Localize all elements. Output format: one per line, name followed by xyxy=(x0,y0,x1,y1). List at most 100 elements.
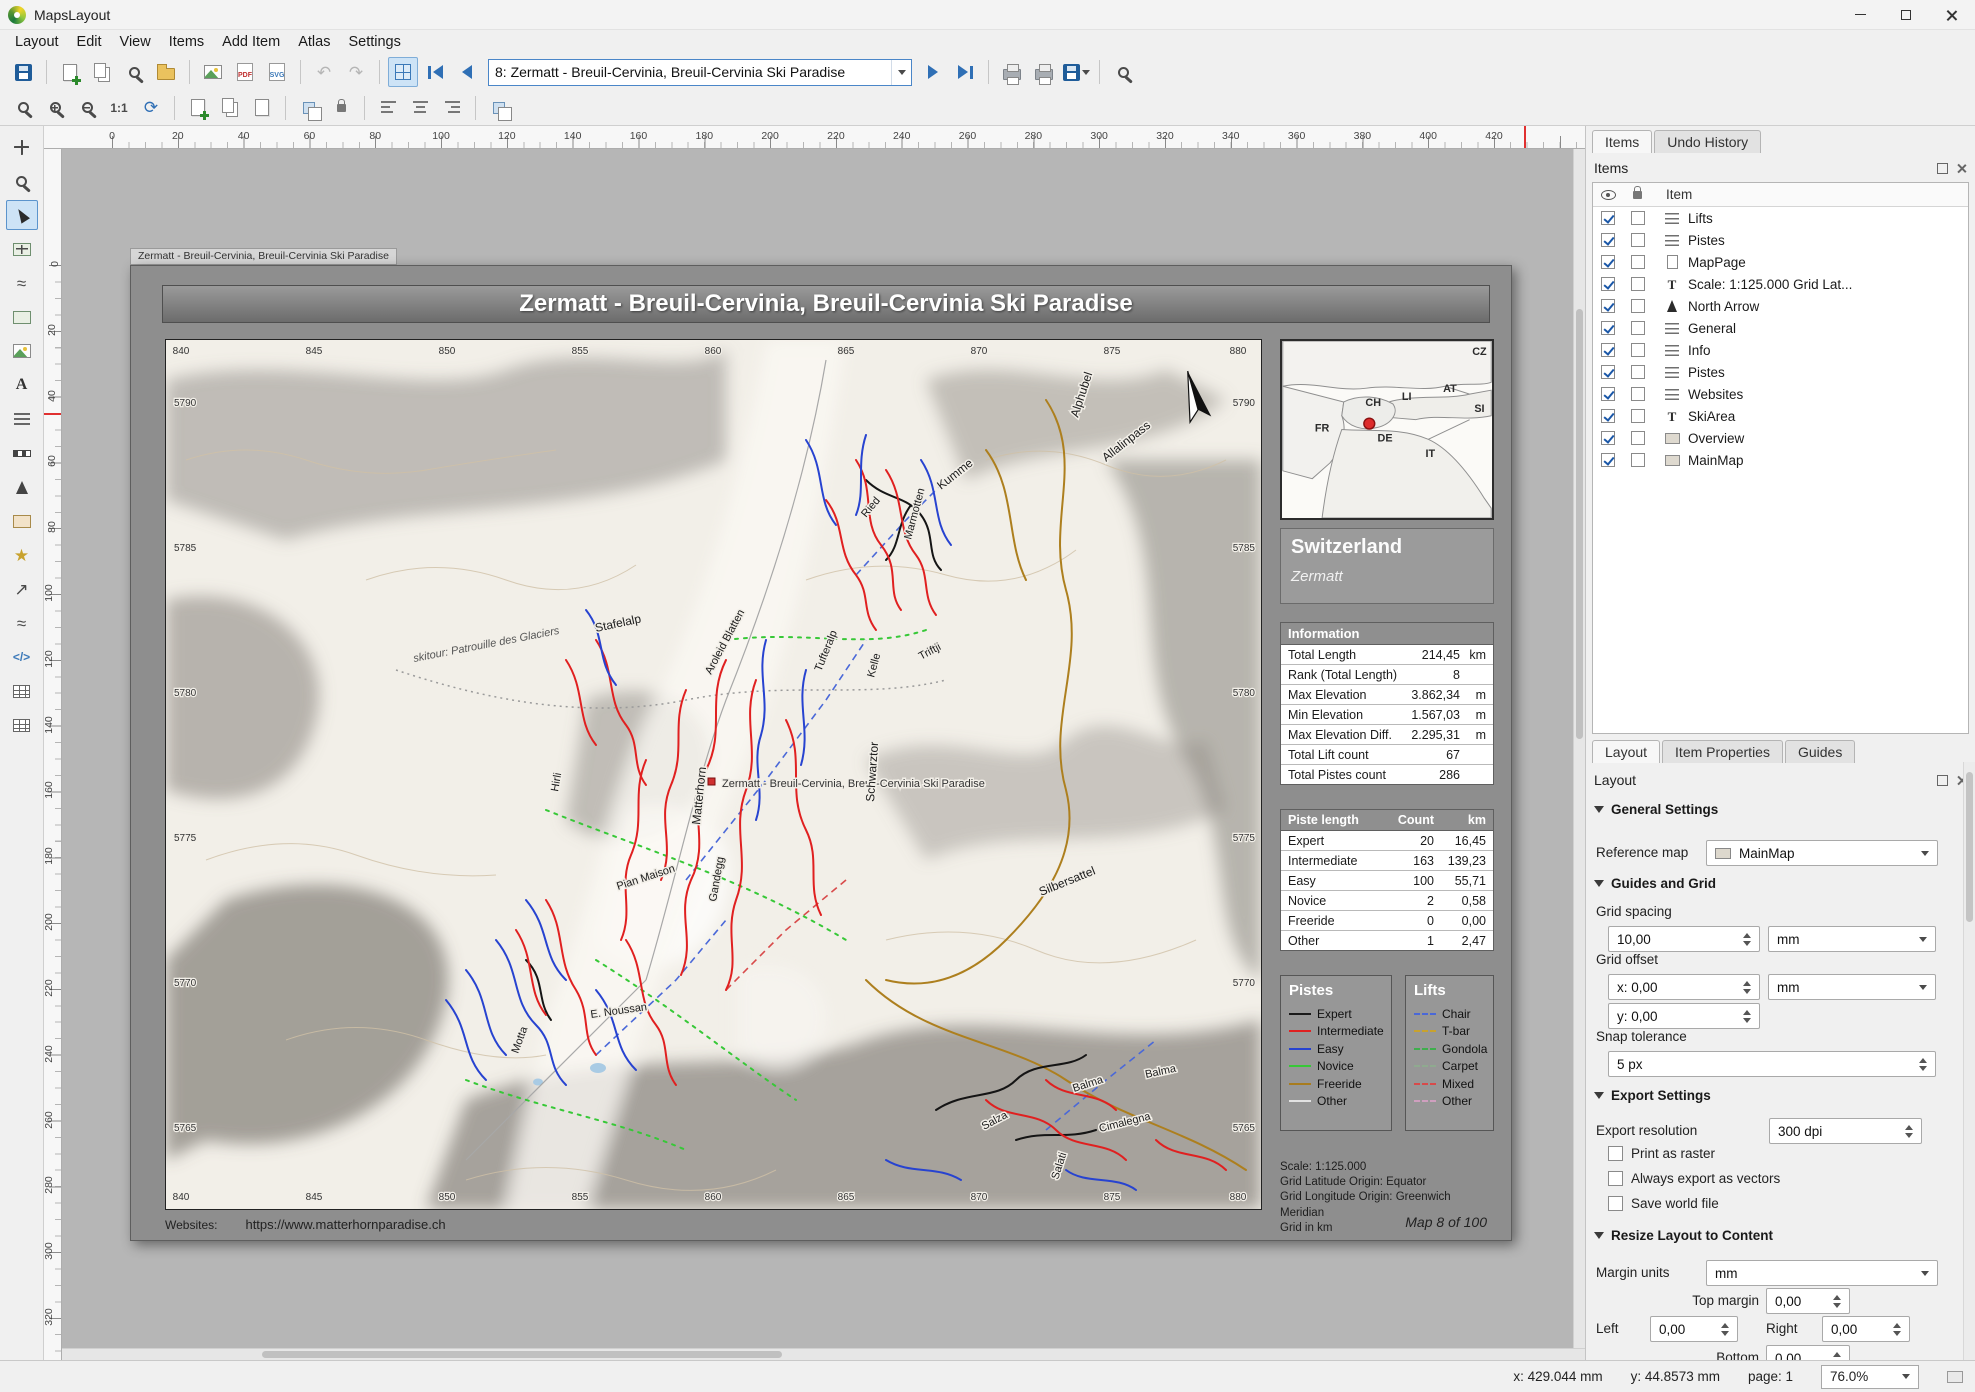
lifts-legend-item[interactable]: Lifts ChairT-barGondolaCarpetMixedOther xyxy=(1405,975,1494,1131)
duplicate-layout-button[interactable] xyxy=(87,57,117,87)
grid-spacing-spinbox[interactable]: 10,00 xyxy=(1608,926,1760,952)
item-visibility-checkbox[interactable] xyxy=(1601,299,1615,313)
item-lock-checkbox[interactable] xyxy=(1631,343,1645,357)
export-atlas-button[interactable] xyxy=(1061,57,1091,87)
atlas-previous-button[interactable] xyxy=(452,57,482,87)
right-margin-spinbox[interactable]: 0,00 xyxy=(1822,1316,1910,1342)
zoom-out-button[interactable] xyxy=(72,93,102,123)
grid-spacing-unit-combo[interactable]: mm xyxy=(1768,926,1936,952)
lock-items-button[interactable] xyxy=(326,93,356,123)
item-visibility-checkbox[interactable] xyxy=(1601,409,1615,423)
add-picture-button[interactable] xyxy=(6,336,38,366)
item-lock-checkbox[interactable] xyxy=(1631,365,1645,379)
piste-length-table-item[interactable]: Piste length Count km Expert2016,45Inter… xyxy=(1280,809,1494,951)
zoom-level-combo[interactable]: 76.0% xyxy=(1821,1365,1919,1389)
canvas-vertical-scrollbar[interactable] xyxy=(1573,149,1585,1360)
menu-view[interactable]: View xyxy=(111,32,160,52)
tab-layout[interactable]: Layout xyxy=(1592,740,1660,763)
items-row[interactable]: MapPage xyxy=(1593,251,1968,273)
atlas-preview-toggle[interactable] xyxy=(388,57,418,87)
menu-items[interactable]: Items xyxy=(160,32,213,52)
menu-layout[interactable]: Layout xyxy=(6,32,68,52)
item-lock-checkbox[interactable] xyxy=(1631,431,1645,445)
align-right-button[interactable] xyxy=(437,93,467,123)
refresh-button[interactable]: ⟳ xyxy=(136,93,166,123)
tab-guides[interactable]: Guides xyxy=(1785,740,1855,763)
export-pdf-button[interactable]: PDF xyxy=(230,57,260,87)
panel-scrollbar[interactable] xyxy=(1963,762,1975,1360)
add-scalebar-button[interactable] xyxy=(6,438,38,468)
save-button[interactable] xyxy=(8,57,38,87)
section-resize-layout[interactable]: Resize Layout to Content xyxy=(1594,1228,1773,1243)
open-button[interactable] xyxy=(151,57,181,87)
item-lock-checkbox[interactable] xyxy=(1631,321,1645,335)
export-resolution-spinbox[interactable]: 300 dpi xyxy=(1769,1118,1922,1144)
tab-items[interactable]: Items xyxy=(1592,130,1652,153)
section-guides-grid[interactable]: Guides and Grid xyxy=(1594,876,1716,891)
add-map-button[interactable] xyxy=(6,302,38,332)
item-lock-checkbox[interactable] xyxy=(1631,211,1645,225)
items-row[interactable]: Info xyxy=(1593,339,1968,361)
grid-offset-x-spinbox[interactable]: x: 0,00 xyxy=(1608,974,1760,1000)
items-row[interactable]: Overview xyxy=(1593,427,1968,449)
duplicate-page-button[interactable] xyxy=(215,93,245,123)
add-arrow-button[interactable]: ↗ xyxy=(6,574,38,604)
item-visibility-checkbox[interactable] xyxy=(1601,255,1615,269)
item-visibility-checkbox[interactable] xyxy=(1601,211,1615,225)
items-row[interactable]: North Arrow xyxy=(1593,295,1968,317)
item-visibility-checkbox[interactable] xyxy=(1601,387,1615,401)
item-lock-checkbox[interactable] xyxy=(1631,453,1645,467)
align-center-button[interactable] xyxy=(405,93,435,123)
export-svg-button[interactable]: SVG xyxy=(262,57,292,87)
add-label-button[interactable]: A xyxy=(6,370,38,400)
websites-item[interactable]: Websites: https://www.matterhornparadise… xyxy=(165,1217,446,1232)
menu-edit[interactable]: Edit xyxy=(68,32,111,52)
maximize-button[interactable] xyxy=(1883,0,1929,29)
atlas-combo-dropdown[interactable] xyxy=(891,60,911,85)
zoom-tool-button[interactable] xyxy=(6,166,38,196)
item-lock-checkbox[interactable] xyxy=(1631,299,1645,313)
atlas-next-button[interactable] xyxy=(918,57,948,87)
pan-tool-button[interactable] xyxy=(6,132,38,162)
atlas-feature-combo[interactable] xyxy=(488,59,912,86)
items-tree[interactable]: Item LiftsPistesMapPageTScale: 1:125.000… xyxy=(1592,182,1969,734)
margin-units-combo[interactable]: mm xyxy=(1706,1260,1938,1286)
add-node-item-button[interactable]: ≈ xyxy=(6,608,38,638)
atlas-feature-input[interactable] xyxy=(489,64,891,80)
atlas-last-button[interactable] xyxy=(950,57,980,87)
item-visibility-checkbox[interactable] xyxy=(1601,365,1615,379)
items-row[interactable]: Websites xyxy=(1593,383,1968,405)
item-lock-checkbox[interactable] xyxy=(1631,233,1645,247)
items-row[interactable]: MainMap xyxy=(1593,449,1968,471)
minimize-button[interactable] xyxy=(1837,0,1883,29)
layout-page[interactable]: Zermatt - Breuil-Cervinia, Breuil-Cervin… xyxy=(130,265,1512,1241)
page-properties-button[interactable] xyxy=(247,93,277,123)
section-export-settings[interactable]: Export Settings xyxy=(1594,1088,1711,1103)
grid-offset-unit-combo[interactable]: mm xyxy=(1768,974,1936,1000)
item-lock-checkbox[interactable] xyxy=(1631,277,1645,291)
item-visibility-checkbox[interactable] xyxy=(1601,453,1615,467)
items-row[interactable]: Pistes xyxy=(1593,229,1968,251)
page-title-banner[interactable]: Zermatt - Breuil-Cervinia, Breuil-Cervin… xyxy=(162,285,1490,323)
add-marker-button[interactable]: ★ xyxy=(6,540,38,570)
item-lock-checkbox[interactable] xyxy=(1631,255,1645,269)
close-button[interactable] xyxy=(1929,0,1975,29)
menu-atlas[interactable]: Atlas xyxy=(289,32,339,52)
add-north-arrow-button[interactable] xyxy=(6,472,38,502)
menu-settings[interactable]: Settings xyxy=(339,32,409,52)
items-row[interactable]: Pistes xyxy=(1593,361,1968,383)
tab-item-properties[interactable]: Item Properties xyxy=(1662,740,1783,763)
export-image-button[interactable] xyxy=(198,57,228,87)
zoom-in-button[interactable] xyxy=(40,93,70,123)
float-panel-icon[interactable] xyxy=(1937,163,1948,174)
tab-undo-history[interactable]: Undo History xyxy=(1654,130,1761,153)
edit-nodes-tool-button[interactable]: ≈ xyxy=(6,268,38,298)
select-tool-button[interactable] xyxy=(6,200,38,230)
item-visibility-checkbox[interactable] xyxy=(1601,277,1615,291)
pistes-legend-item[interactable]: Pistes ExpertIntermediateEasyNoviceFreer… xyxy=(1280,975,1392,1131)
top-margin-spinbox[interactable]: 0,00 xyxy=(1766,1288,1850,1314)
layout-manager-button[interactable] xyxy=(119,57,149,87)
items-row[interactable]: General xyxy=(1593,317,1968,339)
save-world-file-checkbox[interactable]: Save world file xyxy=(1608,1196,1719,1211)
add-legend-button[interactable] xyxy=(6,404,38,434)
